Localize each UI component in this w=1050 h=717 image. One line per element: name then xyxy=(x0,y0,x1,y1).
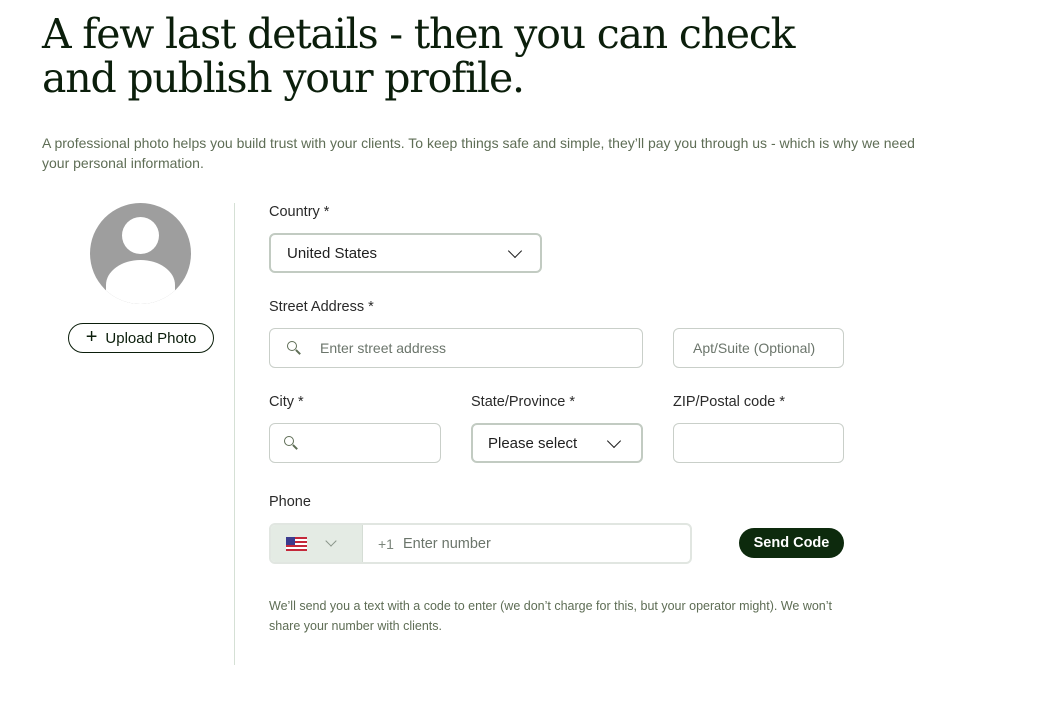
street-address-input[interactable]: Enter street address xyxy=(269,328,643,368)
zip-input[interactable] xyxy=(673,423,844,463)
phone-number-placeholder: Enter number xyxy=(402,535,491,552)
upload-photo-button[interactable]: + Upload Photo xyxy=(68,323,214,353)
phone-note: We’ll send you a text with a code to ent… xyxy=(269,599,833,633)
phone-field: +1 Enter number xyxy=(269,523,692,564)
column-divider xyxy=(234,203,235,665)
phone-country-select[interactable] xyxy=(271,525,363,562)
phone-label: Phone xyxy=(269,494,311,510)
chevron-down-icon xyxy=(507,243,523,258)
city-input[interactable] xyxy=(269,423,441,463)
country-select[interactable]: United States xyxy=(269,233,542,273)
upload-photo-label: Upload Photo xyxy=(105,329,197,347)
chevron-down-icon xyxy=(325,535,337,547)
page-title: A few last details - then you can check … xyxy=(42,10,795,102)
us-flag-icon xyxy=(286,536,307,551)
country-label: Country * xyxy=(269,204,330,220)
city-label: City * xyxy=(269,394,304,410)
avatar-placeholder-icon xyxy=(90,203,191,304)
zip-label: ZIP/Postal code * xyxy=(673,394,786,410)
chevron-down-icon xyxy=(606,433,622,448)
state-value: Please select xyxy=(488,434,578,452)
apt-suite-placeholder: Apt/Suite (Optional) xyxy=(693,340,816,356)
country-value: United States xyxy=(287,244,378,262)
street-address-placeholder: Enter street address xyxy=(320,340,447,356)
avatar-head xyxy=(122,217,159,254)
search-icon xyxy=(287,341,301,355)
apt-suite-input[interactable]: Apt/Suite (Optional) xyxy=(673,328,844,368)
avatar-body xyxy=(106,260,175,304)
send-code-button[interactable]: Send Code xyxy=(739,528,844,558)
search-icon xyxy=(284,436,298,450)
street-address-label: Street Address * xyxy=(269,299,374,315)
intro-text: A professional photo helps you build tru… xyxy=(42,135,915,171)
plus-icon: + xyxy=(85,326,98,348)
country-code: +1 xyxy=(378,535,394,552)
phone-number-input[interactable]: +1 Enter number xyxy=(363,525,690,562)
state-select[interactable]: Please select xyxy=(471,423,643,463)
state-label: State/Province * xyxy=(471,394,575,410)
